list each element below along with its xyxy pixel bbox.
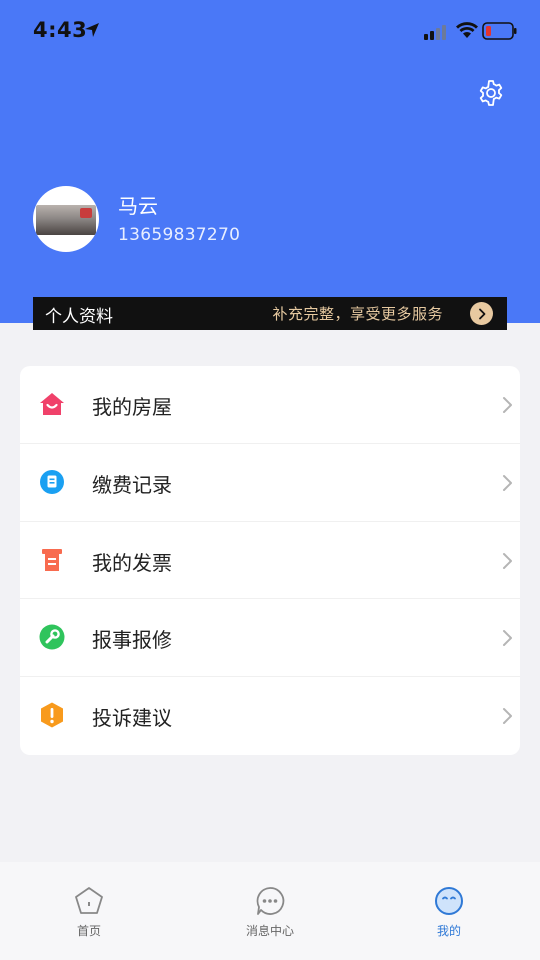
menu-item-label: 报事报修 <box>92 628 172 653</box>
bill-icon <box>40 469 64 494</box>
arrow-right-icon <box>470 302 493 325</box>
location-arrow-icon <box>85 23 99 37</box>
menu-item-repair-report[interactable]: 报事报修 <box>20 599 520 678</box>
tab-label: 消息中心 <box>245 924 294 938</box>
chevron-right-icon <box>503 474 512 491</box>
menu-item-label: 投诉建议 <box>92 706 172 731</box>
chevron-right-icon <box>503 708 512 725</box>
user-phone: 13659837270 <box>118 225 241 245</box>
tab-bar: 首页 消息中心 我的 <box>0 862 540 960</box>
status-time: 4:43 <box>33 18 88 42</box>
menu-item-my-invoices[interactable]: 我的发票 <box>20 522 520 600</box>
chevron-right-icon <box>503 630 512 647</box>
chevron-right-icon <box>503 552 512 569</box>
user-name: 马云 <box>118 194 158 218</box>
profile-banner[interactable]: 个人资料 补充完整，享受更多服务 <box>33 297 507 330</box>
tab-label: 首页 <box>76 924 101 938</box>
settings-button[interactable] <box>474 76 508 110</box>
profile-banner-tip: 补充完整，享受更多服务 <box>272 305 443 323</box>
gear-icon <box>479 80 503 106</box>
status-bar: 4:43 <box>0 0 540 64</box>
menu-card: 我的房屋 缴费记录 我的发票 报事报修 投诉建议 <box>20 366 520 755</box>
menu-item-payment-records[interactable]: 缴费记录 <box>20 444 520 522</box>
menu-item-my-house[interactable]: 我的房屋 <box>20 366 520 444</box>
message-icon <box>256 887 285 915</box>
tab-label: 我的 <box>436 924 461 938</box>
menu-item-label: 我的房屋 <box>92 395 172 419</box>
house-icon <box>40 393 64 415</box>
avatar[interactable] <box>33 186 99 252</box>
tab-home[interactable]: 首页 <box>44 882 134 939</box>
wrench-icon <box>39 624 65 650</box>
home-icon <box>75 887 103 914</box>
profile-icon <box>435 887 463 915</box>
tab-mine[interactable]: 我的 <box>404 882 494 939</box>
chevron-right-icon <box>503 397 512 413</box>
tab-messages[interactable]: 消息中心 <box>225 882 315 939</box>
cellular-signal-icon <box>424 25 446 40</box>
menu-item-complaints[interactable]: 投诉建议 <box>20 677 520 755</box>
wifi-icon <box>456 22 478 38</box>
profile-banner-title: 个人资料 <box>45 307 113 327</box>
battery-icon <box>482 22 517 40</box>
menu-item-label: 缴费记录 <box>92 472 172 497</box>
menu-item-label: 我的发票 <box>92 550 172 575</box>
warning-icon <box>41 702 63 728</box>
avatar-photo <box>36 205 96 235</box>
invoice-icon <box>42 548 62 571</box>
